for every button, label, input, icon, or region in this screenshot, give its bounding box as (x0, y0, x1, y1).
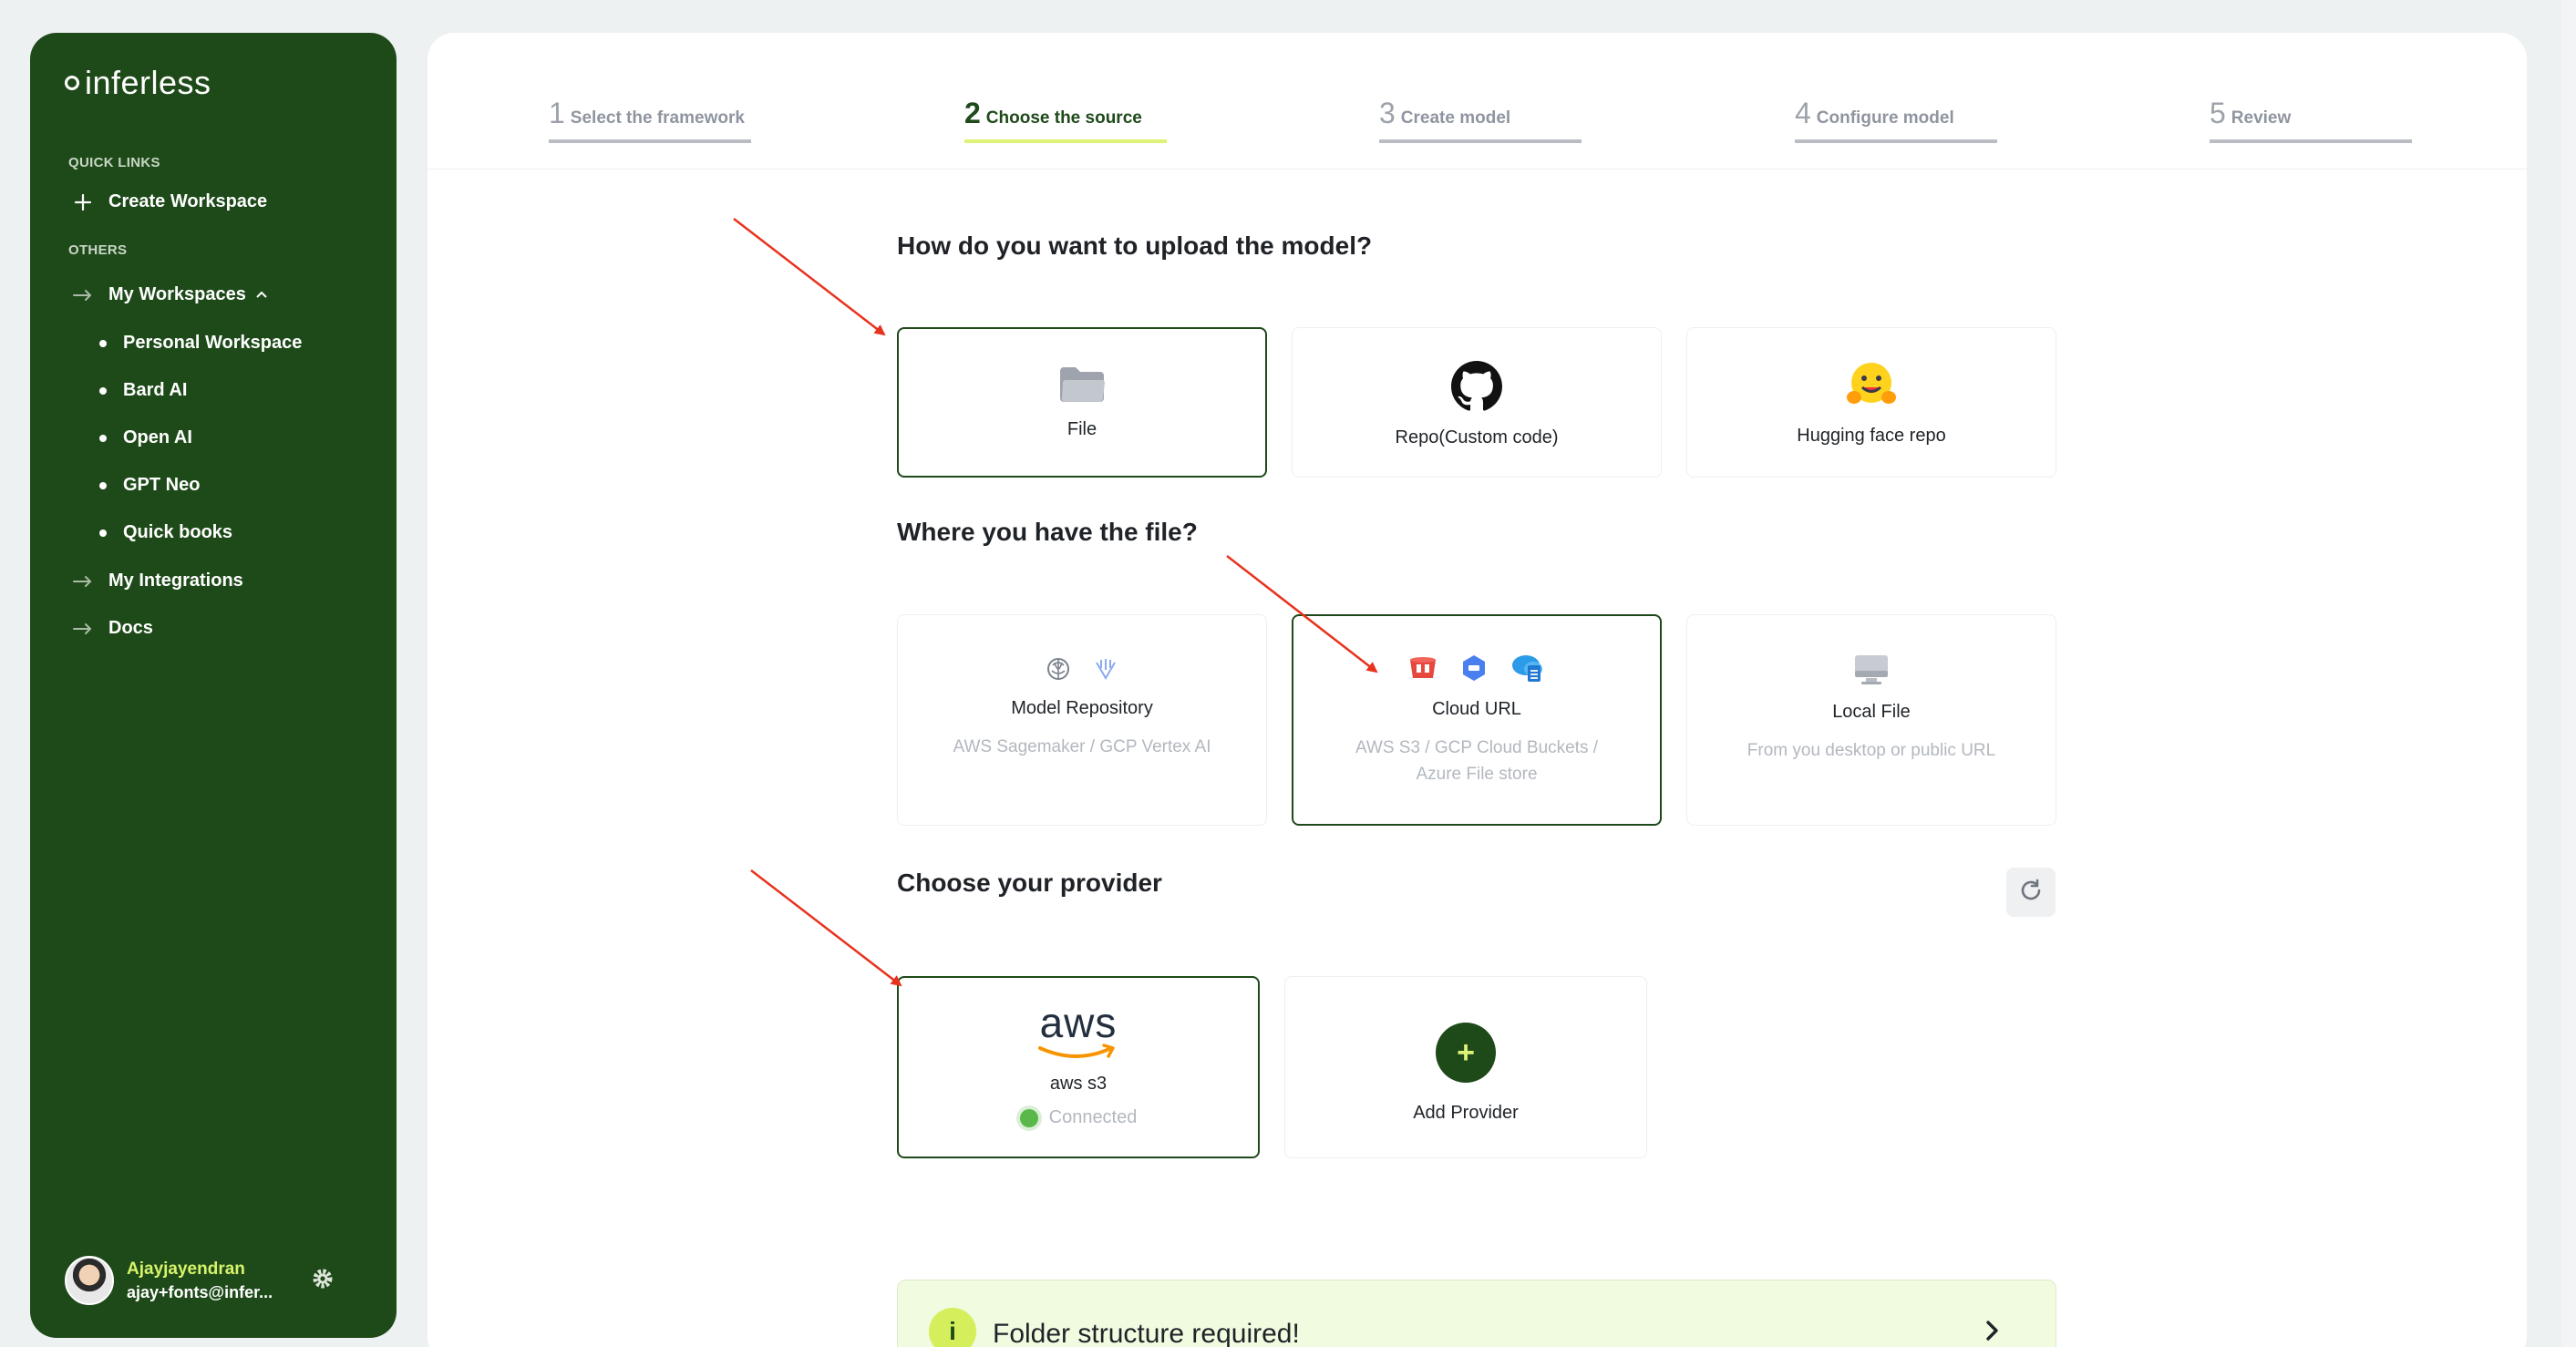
annotation-arrow (733, 218, 886, 336)
annotation-arrow (750, 869, 902, 987)
annotation-arrows (733, 218, 1378, 987)
annotation-arrow (1226, 555, 1378, 674)
